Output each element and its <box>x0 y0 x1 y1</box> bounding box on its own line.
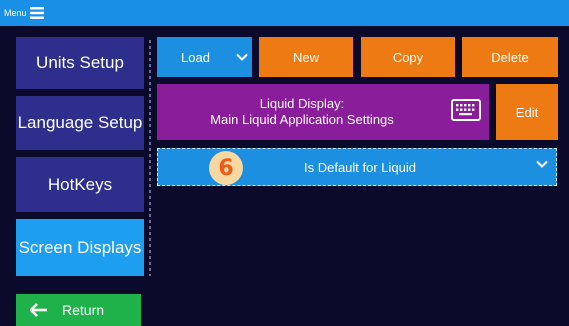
menu-label: Menu <box>4 8 27 18</box>
sidebar-item-screen-displays[interactable]: Screen Displays <box>16 219 144 276</box>
new-button[interactable]: New <box>259 37 353 77</box>
top-bar: Menu <box>0 0 569 26</box>
sidebar-item-label: Units Setup <box>36 53 124 72</box>
step-number-badge: 6 <box>209 151 243 185</box>
delete-button[interactable]: Delete <box>462 37 558 77</box>
keyboard-icon[interactable] <box>451 99 481 121</box>
chevron-down-icon <box>536 160 548 168</box>
load-dropdown[interactable]: Load <box>157 37 252 77</box>
sidebar-item-hotkeys[interactable]: HotKeys <box>16 157 144 212</box>
step-number: 6 <box>218 155 234 181</box>
menu-button[interactable]: Menu <box>4 4 44 22</box>
delete-label: Delete <box>491 49 529 65</box>
sidebar-item-label: Language Setup <box>17 113 143 132</box>
copy-label: Copy <box>392 49 424 65</box>
arrow-left-icon <box>30 303 47 317</box>
liquid-display-title: Liquid Display: <box>259 96 345 111</box>
chevron-down-icon <box>236 53 248 61</box>
return-button[interactable]: Return <box>16 294 141 326</box>
sidebar-item-units-setup[interactable]: Units Setup <box>16 37 144 89</box>
return-label: Return <box>62 302 105 318</box>
load-label: Load <box>181 49 210 65</box>
new-label: New <box>292 49 319 65</box>
hamburger-icon <box>29 7 44 19</box>
liquid-display-subtitle: Main Liquid Application Settings <box>210 112 394 127</box>
liquid-display-panel: Liquid Display: Main Liquid Application … <box>157 84 489 140</box>
sidebar-item-label: Screen Displays <box>18 237 142 257</box>
sidebar-item-label: HotKeys <box>47 174 113 194</box>
edit-label: Edit <box>515 104 539 120</box>
sidebar-divider <box>149 40 151 276</box>
liquid-display-text: Liquid Display: Main Liquid Application … <box>157 84 447 140</box>
is-default-label: Is Default for Liquid <box>303 159 416 175</box>
edit-button[interactable]: Edit <box>496 84 558 140</box>
copy-button[interactable]: Copy <box>361 37 455 77</box>
sidebar-item-language-setup[interactable]: Language Setup <box>16 96 144 150</box>
